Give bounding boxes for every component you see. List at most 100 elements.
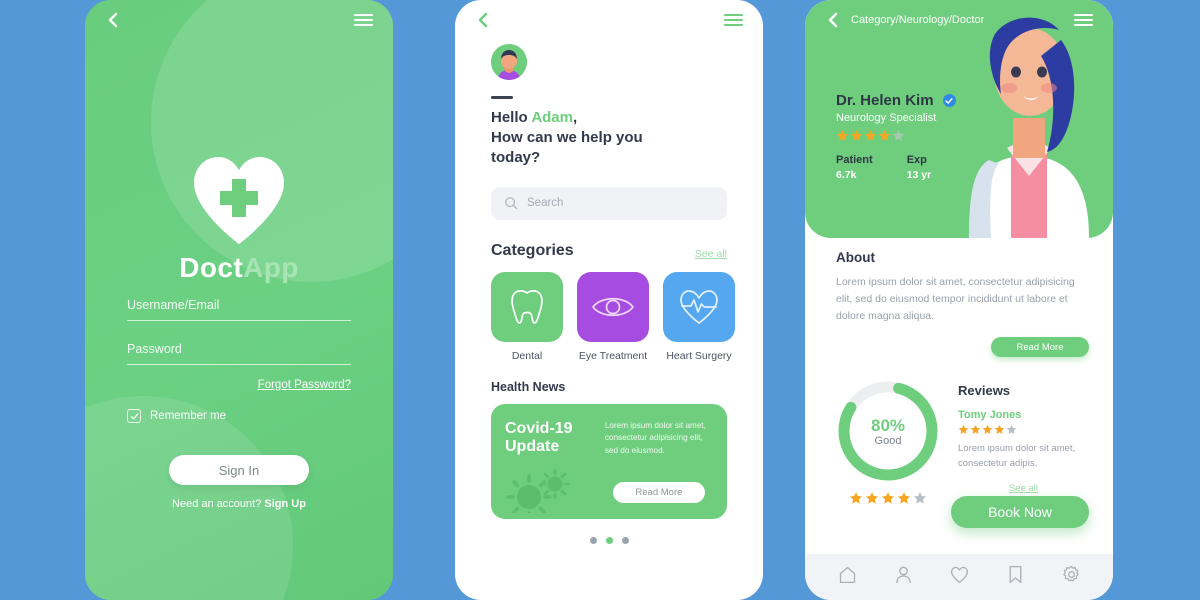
carousel-dot-1[interactable]: [589, 536, 597, 544]
verified-check-icon: [942, 94, 956, 107]
news-heading-line1: Covid-19: [505, 419, 573, 437]
doctor-stats: Patient 6.7k Exp 13 yr: [836, 154, 956, 181]
avatar[interactable]: [491, 44, 527, 80]
tab-home[interactable]: [837, 564, 858, 590]
carousel-dot-3[interactable]: [621, 536, 629, 544]
remember-me-checkbox[interactable]: [127, 409, 141, 423]
sign-up-link[interactable]: Sign Up: [264, 498, 306, 510]
signup-prompt-text: Need an account?: [172, 498, 262, 510]
back-button[interactable]: [105, 12, 121, 28]
home-topbar: [455, 0, 763, 40]
reviews-see-all-link[interactable]: See all: [958, 483, 1089, 494]
star-filled-icon: [836, 129, 849, 141]
category-label-eye: Eye Treatment: [578, 349, 648, 362]
health-news-title: Health News: [491, 379, 566, 394]
signup-prompt: Need an account? Sign Up: [127, 498, 351, 510]
news-heading-line2: Update: [505, 438, 560, 456]
phone-screen-home: Hello Adam, How can we help you today? C…: [455, 0, 763, 600]
logo-wrap: [85, 152, 393, 248]
heart-icon: [950, 566, 968, 584]
stat-exp-value: 13 yr: [906, 169, 932, 181]
review-author: Tomy Jones: [958, 409, 1022, 421]
categories-see-all-link[interactable]: See all: [695, 248, 727, 260]
categories-header: Categories See all: [491, 242, 727, 260]
app-title: DoctApp: [85, 252, 393, 284]
greeting-comma: ,: [573, 108, 578, 126]
menu-button-doctor[interactable]: [1074, 13, 1093, 27]
check-glyph-icon: [945, 97, 953, 104]
phone-screen-login: DoctApp Forgot Password? Remember me Sig…: [85, 0, 393, 600]
bookmark-icon: [1009, 565, 1021, 584]
eye-icon: [591, 297, 635, 316]
heart-cross-icon: [194, 157, 284, 244]
news-read-more-button[interactable]: Read More: [612, 481, 705, 503]
greeting-name: Adam: [531, 108, 573, 126]
person-icon: [895, 566, 911, 584]
book-now-button[interactable]: Book Now: [951, 496, 1089, 528]
star-filled-icon: [865, 492, 879, 504]
about-read-more-button[interactable]: Read More: [991, 337, 1089, 357]
chevron-left-icon: [478, 12, 488, 28]
star-empty-icon: [892, 129, 905, 141]
star-filled-icon: [982, 424, 993, 434]
star-empty-icon: [1006, 424, 1017, 434]
search-icon: [505, 197, 518, 210]
category-label-dental: Dental: [511, 349, 543, 362]
home-content: Hello Adam, How can we help you today? C…: [491, 44, 735, 544]
tab-profile[interactable]: [893, 564, 914, 590]
star-filled-icon: [864, 129, 877, 141]
category-item-dental[interactable]: Dental: [491, 271, 563, 362]
category-item-eye[interactable]: Eye Treatment: [577, 271, 649, 362]
login-form: Forgot Password? Remember me Sign In Nee…: [127, 296, 351, 510]
carousel-dot-2-active[interactable]: [605, 536, 613, 544]
stat-patient: Patient 6.7k: [836, 154, 873, 181]
home-icon: [839, 566, 855, 584]
star-filled-icon: [970, 424, 981, 434]
remember-me-row[interactable]: Remember me: [127, 409, 351, 423]
search-bar[interactable]: [491, 186, 727, 220]
menu-button[interactable]: [354, 13, 373, 27]
tooth-icon: [511, 289, 543, 324]
category-tile-heart[interactable]: [663, 271, 735, 342]
back-button-home[interactable]: [475, 12, 491, 28]
category-label-heart: Heart Surgery: [666, 349, 732, 362]
category-tile-dental[interactable]: [491, 271, 563, 342]
doctor-specialty: Neurology Specialist: [836, 112, 937, 124]
chevron-left-icon: [828, 12, 838, 28]
forgot-password-link[interactable]: Forgot Password?: [127, 379, 351, 391]
star-filled-icon: [849, 492, 863, 504]
screenshot-canvas: DoctApp Forgot Password? Remember me Sig…: [0, 0, 1200, 600]
greeting-line3: today?: [491, 149, 541, 167]
tab-bookmarks[interactable]: [1005, 564, 1026, 590]
star-filled-icon: [958, 424, 969, 434]
password-input[interactable]: [127, 342, 351, 365]
breadcrumb[interactable]: Category/Neurology/Doctor: [851, 14, 984, 26]
doctor-name: Dr. Helen Kim: [836, 92, 934, 109]
greeting-line2: How can we help you: [491, 128, 643, 146]
doctor-hero: Category/Neurology/Doctor Dr. Helen Kim …: [805, 0, 1113, 238]
reviews-block: Reviews Tomy Jones Lorem ipsum dolor sit…: [958, 379, 1089, 505]
reviews-row: 80% Good Reviews Tomy Jones Lorem ipsum …: [836, 379, 1089, 505]
tab-favorites[interactable]: [949, 564, 970, 590]
title-rule: [491, 96, 513, 99]
stat-exp-label: Exp: [906, 154, 927, 166]
news-card[interactable]: Covid-19 Update Lorem ipsum dolor sit am…: [491, 403, 727, 519]
score-label: Good: [874, 434, 902, 447]
category-tile-eye[interactable]: [577, 271, 649, 342]
doctor-detail-body: About Lorem ipsum dolor sit amet, consec…: [836, 250, 1089, 505]
search-input[interactable]: [527, 197, 714, 210]
doctor-info: Dr. Helen Kim Neurology Specialist Patie…: [836, 92, 956, 181]
menu-button-home[interactable]: [724, 13, 743, 27]
reviews-title: Reviews: [958, 383, 1011, 398]
about-body: Lorem ipsum dolor sit amet, consectetur …: [836, 276, 1075, 322]
tab-settings[interactable]: [1061, 564, 1082, 590]
star-filled-icon: [878, 129, 891, 141]
back-button-doctor[interactable]: [825, 12, 841, 28]
star-filled-icon: [994, 424, 1005, 434]
about-title: About: [836, 250, 875, 265]
category-item-heart[interactable]: Heart Surgery: [663, 271, 735, 362]
sign-in-button[interactable]: Sign In: [169, 455, 309, 485]
username-input[interactable]: [127, 298, 351, 321]
score-percent: 80%: [870, 415, 906, 435]
star-filled-icon: [850, 129, 863, 141]
